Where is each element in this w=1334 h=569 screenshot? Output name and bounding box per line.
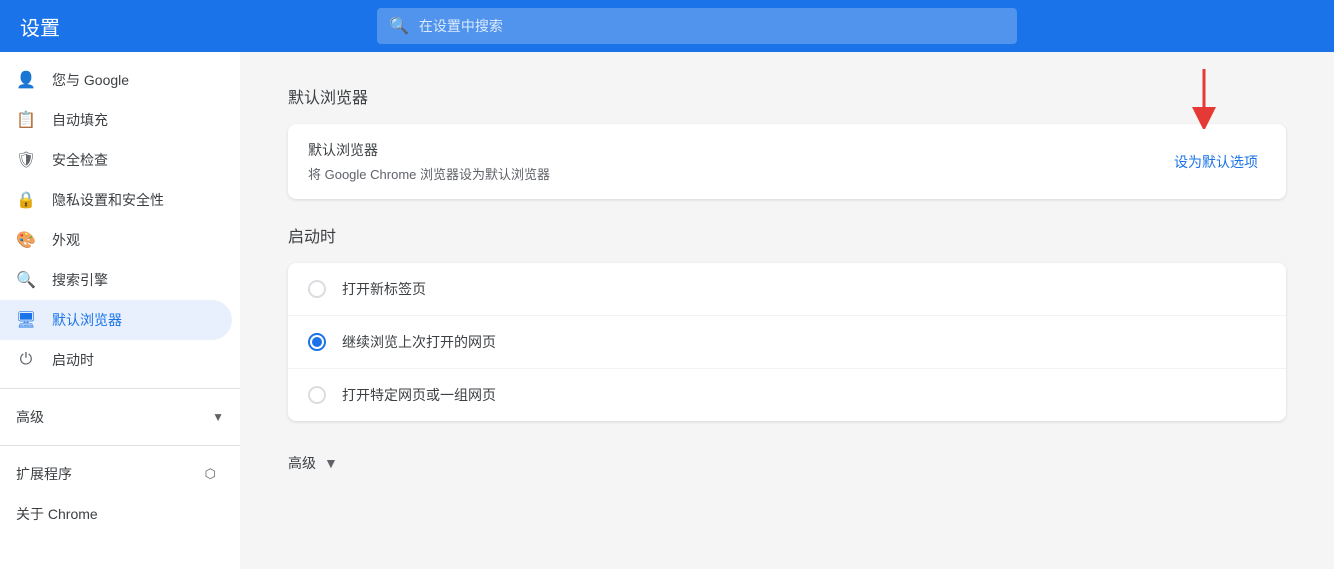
radio-new-tab[interactable] bbox=[308, 280, 326, 298]
lock-icon: 🔒 bbox=[16, 190, 36, 210]
autofill-icon: 📋 bbox=[16, 110, 36, 130]
sidebar-item-search[interactable]: 🔍 搜索引擎 bbox=[0, 260, 232, 300]
chevron-down-icon-main: ▼ bbox=[324, 455, 338, 471]
content-area: 默认浏览器 默认浏览器 将 Google Chrome 浏览器设为默认浏览器 bbox=[240, 52, 1334, 569]
startup-option-new-tab[interactable]: 打开新标签页 bbox=[288, 263, 1286, 316]
shield-icon: 🛡 bbox=[16, 150, 36, 170]
sidebar-about[interactable]: 关于 Chrome bbox=[0, 494, 232, 534]
set-default-button[interactable]: 设为默认选项 bbox=[1166, 148, 1266, 176]
search-bar[interactable]: 🔍 bbox=[377, 8, 1017, 44]
search-input[interactable] bbox=[419, 18, 1005, 34]
sidebar-advanced[interactable]: 高级 ▼ bbox=[0, 397, 240, 437]
sidebar: 👤 您与 Google 📋 自动填充 🛡 安全检查 🔒 隐私设置和安全性 🎨 外… bbox=[0, 52, 240, 569]
sidebar-label-advanced: 高级 bbox=[16, 407, 44, 427]
sidebar-label-startup: 启动时 bbox=[52, 350, 94, 370]
chevron-down-icon: ▼ bbox=[212, 410, 224, 424]
page-title: 设置 bbox=[20, 12, 60, 41]
header: 设置 🔍 bbox=[0, 0, 1334, 52]
browser-icon: 🖥 bbox=[16, 310, 36, 330]
default-browser-card-title: 默认浏览器 bbox=[308, 140, 550, 160]
sidebar-item-privacy[interactable]: 🔒 隐私设置和安全性 bbox=[0, 180, 232, 220]
default-browser-card: 默认浏览器 将 Google Chrome 浏览器设为默认浏览器 设为默认选项 bbox=[288, 124, 1286, 199]
startup-section-title: 启动时 bbox=[288, 223, 1286, 247]
red-arrow-annotation bbox=[1184, 69, 1224, 129]
sidebar-label-about: 关于 Chrome bbox=[16, 504, 98, 524]
sidebar-label-privacy: 隐私设置和安全性 bbox=[52, 190, 164, 210]
sidebar-label-autofill: 自动填充 bbox=[52, 110, 108, 130]
search-icon-sidebar: 🔍 bbox=[16, 270, 36, 290]
startup-option-continue[interactable]: 继续浏览上次打开的网页 bbox=[288, 316, 1286, 369]
external-link-icon: ⬡ bbox=[205, 466, 216, 482]
sidebar-item-google[interactable]: 👤 您与 Google bbox=[0, 60, 232, 100]
default-browser-section: 默认浏览器 默认浏览器 将 Google Chrome 浏览器设为默认浏览器 bbox=[288, 84, 1286, 199]
palette-icon: 🎨 bbox=[16, 230, 36, 250]
default-browser-title: 默认浏览器 bbox=[288, 84, 1286, 108]
startup-options-card: 打开新标签页 继续浏览上次打开的网页 打开特定网页或一组网页 bbox=[288, 263, 1286, 421]
sidebar-label-google: 您与 Google bbox=[52, 70, 129, 90]
sidebar-extensions[interactable]: 扩展程序 ⬡ bbox=[0, 454, 232, 494]
sidebar-divider-2 bbox=[0, 445, 240, 446]
startup-label-continue: 继续浏览上次打开的网页 bbox=[342, 332, 496, 352]
person-icon: 👤 bbox=[16, 70, 36, 90]
sidebar-item-default-browser[interactable]: 🖥 默认浏览器 bbox=[0, 300, 232, 340]
sidebar-label-extensions: 扩展程序 bbox=[16, 464, 72, 484]
sidebar-divider bbox=[0, 388, 240, 389]
radio-continue[interactable] bbox=[308, 333, 326, 351]
sidebar-item-autofill[interactable]: 📋 自动填充 bbox=[0, 100, 232, 140]
startup-label-specific: 打开特定网页或一组网页 bbox=[342, 385, 496, 405]
sidebar-item-startup[interactable]: ⏻ 启动时 bbox=[0, 340, 232, 380]
sidebar-label-safety: 安全检查 bbox=[52, 150, 108, 170]
default-browser-info: 默认浏览器 将 Google Chrome 浏览器设为默认浏览器 bbox=[308, 140, 550, 183]
sidebar-label-search: 搜索引擎 bbox=[52, 270, 108, 290]
power-icon: ⏻ bbox=[16, 350, 36, 370]
sidebar-label-appearance: 外观 bbox=[52, 230, 80, 250]
sidebar-label-default: 默认浏览器 bbox=[52, 310, 122, 330]
sidebar-item-appearance[interactable]: 🎨 外观 bbox=[0, 220, 232, 260]
main-layout: 👤 您与 Google 📋 自动填充 🛡 安全检查 🔒 隐私设置和安全性 🎨 外… bbox=[0, 52, 1334, 569]
radio-specific[interactable] bbox=[308, 386, 326, 404]
search-icon: 🔍 bbox=[389, 16, 409, 36]
startup-option-specific[interactable]: 打开特定网页或一组网页 bbox=[288, 369, 1286, 421]
advanced-section[interactable]: 高级 ▼ bbox=[288, 453, 1286, 473]
default-browser-row: 默认浏览器 将 Google Chrome 浏览器设为默认浏览器 设为默认选项 bbox=[288, 124, 1286, 199]
advanced-label: 高级 bbox=[288, 453, 316, 473]
startup-label-new-tab: 打开新标签页 bbox=[342, 279, 426, 299]
startup-section: 启动时 打开新标签页 继续浏览上次打开的网页 打开特定网页或一组网页 bbox=[288, 223, 1286, 421]
sidebar-item-safety[interactable]: 🛡 安全检查 bbox=[0, 140, 232, 180]
default-browser-card-desc: 将 Google Chrome 浏览器设为默认浏览器 bbox=[308, 164, 550, 183]
